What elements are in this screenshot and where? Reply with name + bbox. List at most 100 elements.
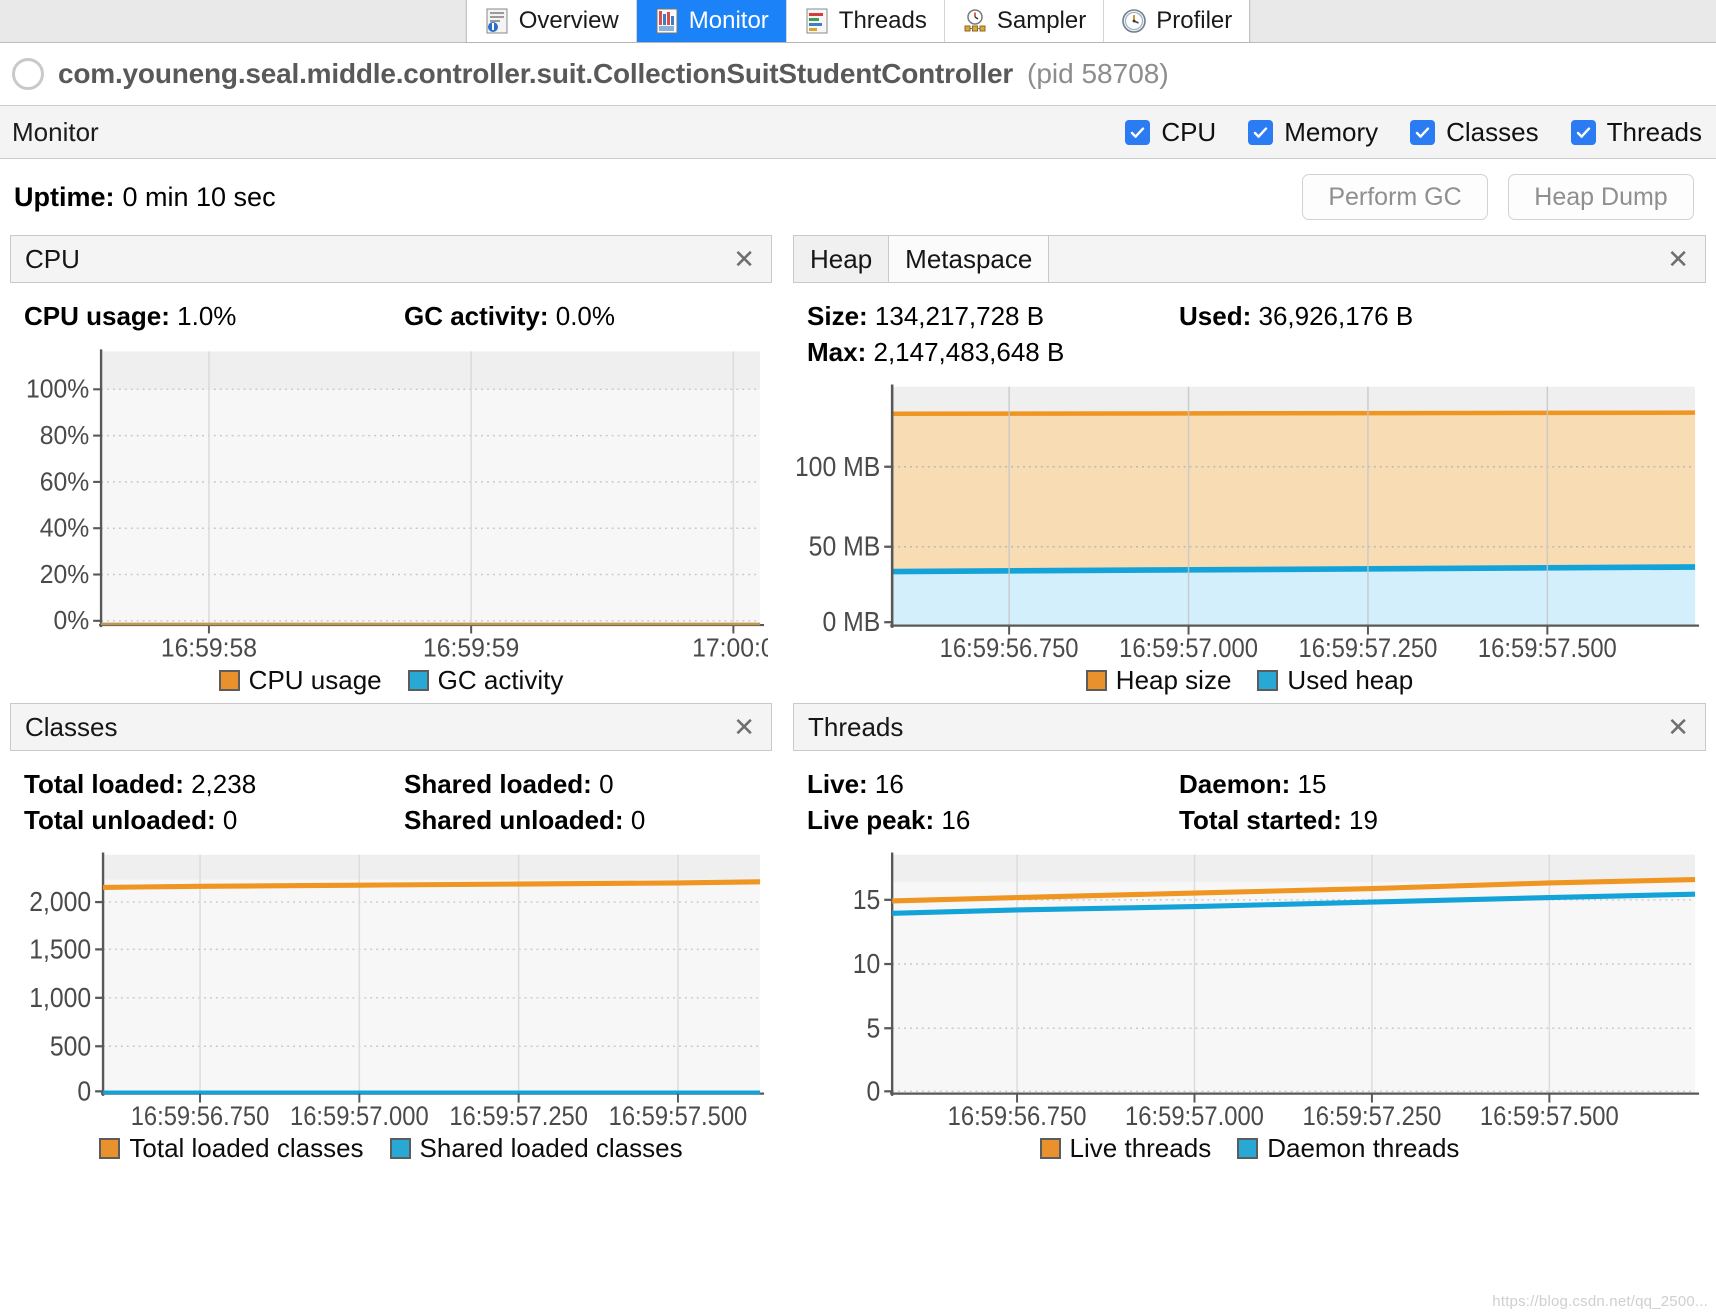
legend-swatch-icon <box>99 1138 120 1159</box>
watermark: https://blog.csdn.net/qq_2500... <box>1492 1293 1708 1310</box>
tab-profiler-label: Profiler <box>1156 7 1232 35</box>
svg-text:40%: 40% <box>40 514 89 543</box>
monitor-toolbar: Monitor CPU Memory Classes Threads <box>0 105 1716 159</box>
svg-text:16:59:57.000: 16:59:57.000 <box>1125 1101 1264 1127</box>
svg-text:80%: 80% <box>40 422 89 451</box>
total-started-label: Total started: <box>1179 805 1342 835</box>
svg-text:16:59:59: 16:59:59 <box>423 634 519 659</box>
shared-loaded-label: Shared loaded: <box>404 769 592 799</box>
threads-panel: Threads ✕ Live: 16 Daemon: 15 Live peak:… <box>783 703 1716 1171</box>
heap-size-value: 134,217,728 B <box>875 301 1044 331</box>
legend-daemon-threads: Daemon threads <box>1237 1133 1459 1164</box>
classes-panel-title: Classes <box>11 712 117 743</box>
cpu-chart[interactable]: 100% 80% 60% 40% 20% 0% <box>10 343 772 659</box>
heap-used-label: Used: <box>1179 301 1251 331</box>
checkbox-cpu[interactable]: CPU <box>1125 117 1216 148</box>
total-unloaded-label: Total unloaded: <box>24 805 216 835</box>
threads-panel-title: Threads <box>794 712 903 743</box>
close-icon[interactable]: ✕ <box>1651 244 1705 275</box>
tab-profiler[interactable]: Profiler <box>1104 0 1249 42</box>
checkbox-cpu-label: CPU <box>1161 117 1216 148</box>
legend-swatch-icon <box>1257 670 1278 691</box>
legend-live-threads-label: Live threads <box>1070 1133 1212 1164</box>
total-unloaded-value: 0 <box>223 805 237 835</box>
tab-sampler-label: Sampler <box>997 7 1086 35</box>
application-header: com.youneng.seal.middle.controller.suit.… <box>0 43 1716 105</box>
heap-tab-label: Heap <box>810 244 872 275</box>
close-icon[interactable]: ✕ <box>717 244 771 275</box>
checkbox-memory[interactable]: Memory <box>1248 117 1378 148</box>
main-tab-bar: Overview Monitor <box>0 0 1716 43</box>
total-loaded-value: 2,238 <box>191 769 256 799</box>
checkbox-classes[interactable]: Classes <box>1410 117 1538 148</box>
shared-unloaded-value: 0 <box>631 805 645 835</box>
classes-chart[interactable]: 2,000 1,500 1,000 500 0 16:59:56.750 <box>10 848 772 1127</box>
legend-swatch-icon <box>390 1138 411 1159</box>
heap-max-stat: Max: 2,147,483,648 B <box>807 335 1179 369</box>
heap-size-label: Size: <box>807 301 868 331</box>
svg-text:16:59:57.250: 16:59:57.250 <box>449 1101 588 1127</box>
tab-threads-label: Threads <box>839 7 927 35</box>
uptime-value: 0 min 10 sec <box>123 182 276 213</box>
heap-stats: Size: 134,217,728 B Used: 36,926,176 B M… <box>793 283 1706 380</box>
svg-text:16:59:57.500: 16:59:57.500 <box>609 1101 748 1127</box>
svg-text:5: 5 <box>866 1011 880 1043</box>
shared-loaded-value: 0 <box>599 769 613 799</box>
process-name: com.youneng.seal.middle.controller.suit.… <box>58 58 1013 90</box>
perform-gc-button[interactable]: Perform GC <box>1302 174 1488 220</box>
shared-unloaded-stat: Shared unloaded: 0 <box>404 803 772 837</box>
tab-monitor[interactable]: Monitor <box>637 0 787 42</box>
metaspace-tab[interactable]: Metaspace <box>889 236 1049 282</box>
svg-text:16:59:57.000: 16:59:57.000 <box>290 1101 429 1127</box>
close-icon[interactable]: ✕ <box>717 712 771 743</box>
total-unloaded-stat: Total unloaded: 0 <box>24 803 404 837</box>
legend-total-loaded-classes: Total loaded classes <box>99 1133 363 1164</box>
svg-text:100 MB: 100 MB <box>797 450 880 482</box>
svg-text:16:59:57.500: 16:59:57.500 <box>1478 633 1617 659</box>
uptime-label: Uptime: <box>14 182 115 213</box>
daemon-label: Daemon: <box>1179 769 1290 799</box>
classes-legend: Total loaded classes Shared loaded class… <box>10 1127 772 1171</box>
sampler-icon <box>962 8 988 34</box>
tab-sampler[interactable]: Sampler <box>945 0 1104 42</box>
checkbox-threads[interactable]: Threads <box>1571 117 1702 148</box>
legend-shared-loaded-classes-label: Shared loaded classes <box>420 1133 683 1164</box>
heap-size-stat: Size: 134,217,728 B <box>807 299 1179 333</box>
circle-idle-icon <box>12 58 44 90</box>
threads-chart[interactable]: 15 10 5 0 16:59:56.750 16:59:57.000 <box>793 848 1706 1127</box>
shared-unloaded-label: Shared unloaded: <box>404 805 624 835</box>
svg-text:16:59:57.500: 16:59:57.500 <box>1480 1101 1619 1127</box>
heap-chart[interactable]: 100 MB 50 MB 0 MB 16:59:56.750 16:59:57.… <box>793 380 1706 659</box>
svg-text:16:59:57.000: 16:59:57.000 <box>1119 633 1258 659</box>
cpu-usage-value: 1.0% <box>177 301 236 331</box>
monitor-title: Monitor <box>12 117 99 148</box>
live-peak-stat: Live peak: 16 <box>807 803 1179 837</box>
cpu-panel-title: CPU <box>11 244 80 275</box>
legend-used-heap-label: Used heap <box>1287 665 1413 696</box>
cpu-panel: CPU ✕ CPU usage: 1.0% GC activity: 0.0% <box>0 235 782 703</box>
svg-text:0: 0 <box>866 1074 880 1106</box>
legend-swatch-icon <box>1237 1138 1258 1159</box>
svg-text:16:59:57.250: 16:59:57.250 <box>1302 1101 1441 1127</box>
close-icon[interactable]: ✕ <box>1651 712 1705 743</box>
legend-gc-activity: GC activity <box>408 665 564 696</box>
tab-threads[interactable]: Threads <box>787 0 945 42</box>
monitor-icon <box>654 8 680 34</box>
uptime-row: Uptime: 0 min 10 sec Perform GC Heap Dum… <box>0 159 1716 235</box>
gc-activity-stat: GC activity: 0.0% <box>404 299 772 333</box>
svg-text:10: 10 <box>853 947 881 979</box>
svg-text:500: 500 <box>50 1029 91 1061</box>
check-icon <box>1125 120 1150 145</box>
legend-heap-size-label: Heap size <box>1116 665 1232 696</box>
svg-text:100%: 100% <box>26 375 89 404</box>
svg-text:16:59:56.750: 16:59:56.750 <box>948 1101 1087 1127</box>
legend-total-loaded-classes-label: Total loaded classes <box>129 1133 363 1164</box>
svg-text:1,000: 1,000 <box>29 981 91 1013</box>
tab-overview[interactable]: Overview <box>467 0 637 42</box>
cpu-stats: CPU usage: 1.0% GC activity: 0.0% <box>10 283 772 343</box>
svg-text:50 MB: 50 MB <box>809 530 881 562</box>
classes-panel-header: Classes ✕ <box>10 703 772 751</box>
heap-tab[interactable]: Heap <box>794 236 889 282</box>
heap-dump-button[interactable]: Heap Dump <box>1508 174 1694 220</box>
threads-icon <box>804 8 830 34</box>
